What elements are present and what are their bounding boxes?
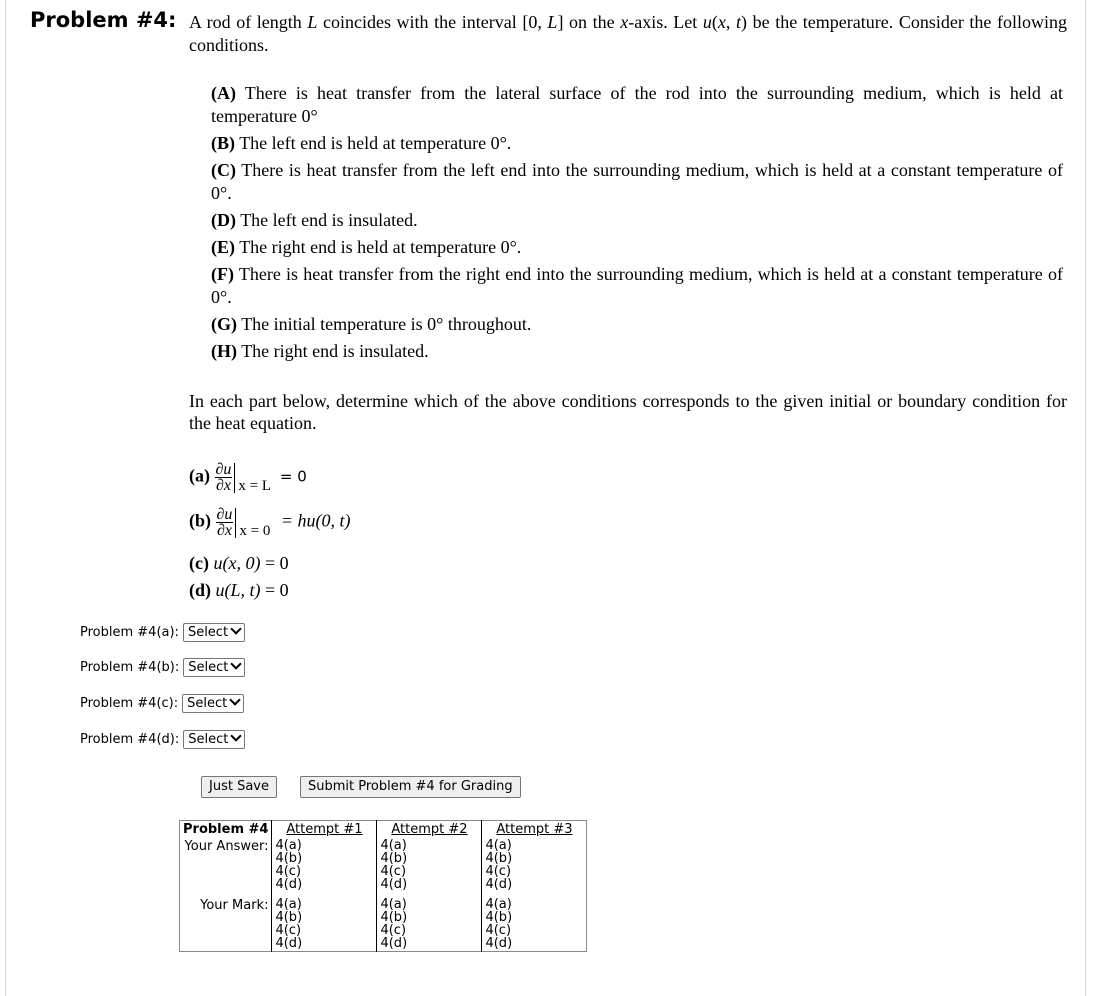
answer-label: Problem #4(a): (80, 625, 179, 640)
chevron-down-icon (229, 694, 241, 706)
chevron-down-icon (230, 623, 242, 635)
condition-item: (E) The right end is held at temperature… (211, 237, 522, 257)
answer-row-d: Problem #4(d): Select (80, 730, 246, 749)
answer-row-a: Problem #4(a): Select (80, 623, 246, 642)
answer-label: Problem #4(d): (80, 732, 180, 747)
attempt-2-marks: 4(a) 4(b) 4(c) 4(d) (376, 892, 482, 952)
part-d-equation: (d) u(L, t) = 0 (189, 580, 289, 600)
answer-label: Problem #4(c): (80, 696, 179, 711)
chevron-down-icon (230, 658, 243, 670)
your-answer-label: Your Answer: (184, 839, 269, 854)
attempt-1-link[interactable]: Attempt #1 (271, 820, 377, 838)
condition-item: (A) There is heat transfer from the late… (211, 83, 1063, 126)
condition-item: (D) The left end is insulated. (211, 210, 418, 230)
attempt-3-answers: 4(a) 4(b) 4(c) 4(d) (481, 838, 587, 892)
table-header: Problem #4 (183, 822, 269, 837)
attempt-3-marks: 4(a) 4(b) 4(c) 4(d) (481, 892, 587, 952)
just-save-button[interactable]: Just Save (201, 776, 277, 798)
attempts-table: Problem #4 Attempt #1 Attempt #2 Attempt… (179, 820, 588, 952)
attempt-1-answers: 4(a) 4(b) 4(c) 4(d) (271, 838, 377, 892)
problem-intro: A rod of length L coincides with the int… (189, 12, 1068, 55)
answer-row-c: Problem #4(c): Select (80, 694, 245, 713)
condition-item: (H) The right end is insulated. (211, 341, 429, 361)
answer-select-a[interactable]: Select (182, 623, 246, 642)
part-c-equation: (c) u(x, 0) = 0 (189, 553, 289, 573)
condition-item: (C) There is heat transfer from the left… (211, 160, 1063, 203)
condition-item: (G) The initial temperature is 0° throug… (211, 314, 532, 334)
attempt-1-marks: 4(a) 4(b) 4(c) 4(d) (271, 892, 377, 952)
answer-label: Problem #4(b): (80, 660, 180, 675)
chevron-down-icon (230, 730, 243, 742)
submit-button[interactable]: Submit Problem #4 for Grading (300, 776, 521, 798)
conditions-list: (A) There is heat transfer from the late… (211, 82, 1063, 367)
answer-row-b: Problem #4(b): Select (80, 658, 246, 677)
part-b-equation: (b) ∂u ∂x x = 0 = hu(0, t) (189, 506, 351, 539)
your-mark-label: Your Mark: (200, 898, 269, 913)
attempt-2-answers: 4(a) 4(b) 4(c) 4(d) (376, 838, 482, 892)
attempt-2-link[interactable]: Attempt #2 (376, 820, 482, 838)
attempt-3-link[interactable]: Attempt #3 (481, 820, 587, 838)
answer-select-d[interactable]: Select (183, 730, 246, 749)
problem-title: Problem #4: (30, 8, 177, 32)
answer-select-b[interactable]: Select (183, 658, 246, 677)
answer-select-c[interactable]: Select (182, 694, 245, 713)
part-a-equation: (a) ∂u ∂x x = L = 0 (189, 461, 307, 494)
condition-item: (B) The left end is held at temperature … (211, 133, 512, 153)
instructions: In each part below, determine which of t… (189, 391, 1067, 433)
condition-item: (F) There is heat transfer from the righ… (211, 264, 1063, 307)
